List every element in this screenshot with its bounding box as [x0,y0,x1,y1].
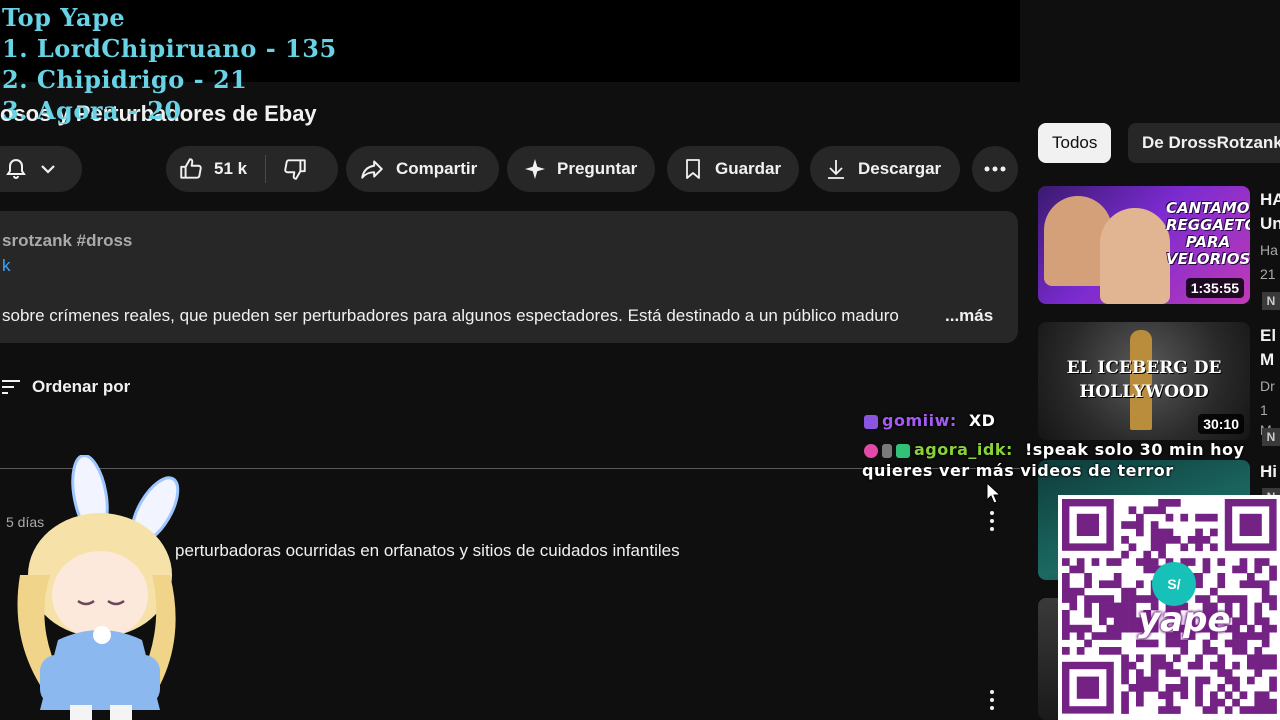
sidebar-video-thumbnail[interactable]: CANTAMOS REGGAETON PARA VELORIOS 1:35:55 [1038,186,1250,304]
bookmark-icon [686,159,700,179]
sidebar-video-title[interactable]: El M [1260,324,1276,372]
download-label: Descargar [858,159,942,178]
chat-message: gomiiw: XD [864,411,995,430]
chat-text: !speak solo 30 min hoy [1024,440,1245,459]
description-hashtags: srotzank #dross [2,231,133,250]
sort-label: Ordenar por [32,377,131,396]
save-label: Guardar [715,159,782,178]
mouse-cursor-icon [986,482,1000,504]
top-yape-title: Top Yape [2,3,126,32]
chat-message-continuation: quieres ver más videos de terror [862,461,1174,480]
like-dislike-group: 51 k [166,146,338,192]
top-yape-rank-1: 1. LordChipiruano - 135 [2,34,337,63]
sort-comments-button[interactable]: Ordenar por [2,377,130,397]
like-count[interactable]: 51 k [214,159,247,179]
video-duration: 30:10 [1198,414,1244,434]
chat-username: gomiiw: [882,411,957,430]
like-icon[interactable] [178,156,204,182]
vtuber-avatar [17,455,180,720]
comment-text: perturbadoras ocurridas en orfanatos y s… [175,541,680,560]
more-horizontal-icon [984,166,1006,172]
top-yape-overlay: Top Yape 1. LordChipiruano - 135 2. Chip… [2,2,337,126]
download-button[interactable]: Descargar [810,146,960,192]
sidebar-video-thumbnail[interactable]: EL ICEBERG DE HOLLYWOOD 30:10 [1038,322,1250,440]
top-yape-rank-2: 2. Chipidrigo - 21 [2,65,248,94]
heart-badge-icon [864,443,878,458]
description-more-link[interactable]: ...más [945,306,993,326]
like-divider [265,155,267,183]
bell-icon [6,158,26,179]
share-label: Compartir [396,159,478,178]
chip-channel[interactable]: De DrossRotzank [1128,123,1280,163]
description-text: sobre crímenes reales, que pueden ser pe… [2,306,899,325]
comment-menu-button[interactable] [982,509,1002,533]
thumbnail-person-right [1100,208,1170,304]
yape-brand-text: yape [1138,600,1231,640]
new-badge: N [1262,428,1280,446]
ask-label: Preguntar [557,159,638,178]
sort-icon [2,380,20,394]
share-icon [361,160,383,179]
chat-text: XD [968,411,996,430]
ask-button[interactable]: Preguntar [507,146,655,192]
download-icon [828,160,844,179]
chat-message: agora_idk: !speak solo 30 min hoy [864,440,1244,459]
more-actions-button[interactable] [972,146,1018,192]
video-duration: 1:35:55 [1185,278,1244,298]
thumbnail-title-text: EL ICEBERG DE HOLLYWOOD [1066,358,1222,402]
save-button[interactable]: Guardar [667,146,799,192]
subscriber-badge-icon [864,414,878,429]
thumbnail-title-text: CANTAMOS REGGAETON PARA VELORIOS [1166,199,1250,268]
share-button[interactable]: Compartir [346,146,499,192]
sidebar-top-band [1020,0,1280,100]
subscribe-notifications-button[interactable] [0,146,82,192]
description-link[interactable]: k [2,256,11,276]
chevron-down-icon [41,165,55,174]
verified-badge-icon [896,443,910,458]
sidebar-video-meta: Ha 21 [1260,242,1278,282]
chip-all[interactable]: Todos [1038,123,1112,163]
sidebar-video-title[interactable]: Hi [1260,460,1277,484]
top-yape-rank-3: 3. Agora - 20 [2,96,182,125]
new-badge: N [1262,292,1280,310]
sparkle-icon [525,159,545,179]
chat-username: agora_idk: [914,440,1013,459]
comment-menu-button[interactable] [982,688,1002,712]
gift-badge-icon [882,443,892,458]
sidebar-video-title[interactable]: HA Un [1260,188,1280,236]
dislike-icon[interactable] [282,156,308,182]
